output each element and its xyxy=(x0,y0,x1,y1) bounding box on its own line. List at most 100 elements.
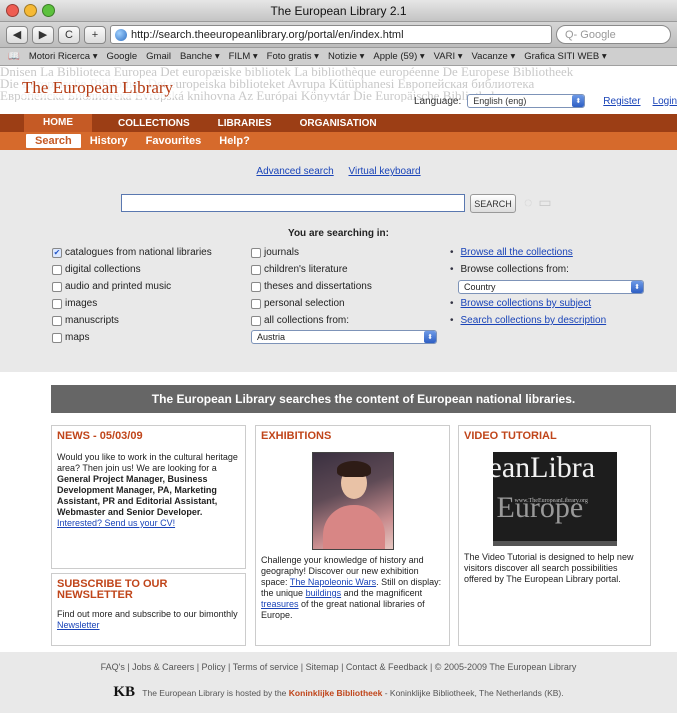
checkbox[interactable] xyxy=(52,281,62,292)
minimize-window-button[interactable] xyxy=(24,4,37,17)
site-logo[interactable]: The European Library xyxy=(20,78,176,98)
newsletter-box: SUBSCRIBE TO OUR NEWSLETTER Find out mor… xyxy=(51,573,246,646)
checkbox[interactable] xyxy=(251,298,261,309)
select-value: Austria xyxy=(257,332,286,342)
checkbox[interactable] xyxy=(52,315,62,326)
bookmark-item[interactable]: Motori Ricerca ▾ xyxy=(29,51,98,62)
footer-host: KB The European Library is hosted by the… xyxy=(0,684,677,701)
checkbox[interactable] xyxy=(52,264,62,275)
browse-all-link[interactable]: Browse all the collections xyxy=(461,247,573,258)
tab-search[interactable]: Search xyxy=(26,134,81,148)
search-button[interactable]: SEARCH xyxy=(470,194,516,213)
login-link[interactable]: Login xyxy=(653,96,677,107)
checkbox-row[interactable]: images xyxy=(52,295,212,312)
exhibitions-box: EXHIBITIONS Challenge your knowledge of … xyxy=(255,425,450,646)
nav-collections[interactable]: COLLECTIONS xyxy=(104,118,204,129)
footer-hosted-text: The European Library is hosted by the xyxy=(142,688,287,698)
napoleonic-wars-link[interactable]: The Napoleonic Wars xyxy=(290,577,376,587)
window-controls xyxy=(6,4,55,17)
checkbox-row[interactable]: theses and dissertations xyxy=(251,278,437,295)
video-progress-bar[interactable] xyxy=(492,541,617,546)
buildings-link[interactable]: buildings xyxy=(306,588,342,598)
tab-history[interactable]: History xyxy=(81,135,137,147)
bullet-icon: • xyxy=(450,298,454,309)
video-thumbnail[interactable]: eanLibra www.TheEuropeanLibrary.org Euro… xyxy=(492,452,617,546)
video-title: VIDEO TUTORIAL xyxy=(464,430,557,442)
add-bookmark-button[interactable]: + xyxy=(84,25,106,44)
checkbox-row[interactable]: digital collections xyxy=(52,261,212,278)
checkbox-row[interactable]: children's literature xyxy=(251,261,437,278)
send-cv-link[interactable]: Interested? Send us your CV! xyxy=(57,518,175,528)
kb-link[interactable]: Koninklijke Bibliotheek xyxy=(289,688,383,698)
checkbox[interactable] xyxy=(251,315,261,326)
bookmark-item[interactable]: Foto gratis ▾ xyxy=(267,51,319,62)
country-select[interactable]: Country ⬍ xyxy=(458,279,644,294)
nav-organisation[interactable]: ORGANISATION xyxy=(286,118,391,129)
video-camera-icon[interactable]: ▭ xyxy=(538,194,551,211)
exhibitions-text-3: and the magnificent xyxy=(343,588,423,598)
checkbox[interactable] xyxy=(52,332,62,343)
kb-logo[interactable]: KB xyxy=(113,684,135,700)
bookmark-item[interactable]: VARI ▾ xyxy=(434,51,463,62)
bookmark-item[interactable]: Notizie ▾ xyxy=(328,51,364,62)
checkbox[interactable] xyxy=(251,281,261,292)
checkbox[interactable] xyxy=(251,247,261,258)
checkbox-label: digital collections xyxy=(65,264,141,275)
bookmark-item[interactable]: Gmail xyxy=(146,51,171,62)
search-by-description-link[interactable]: Search collections by description xyxy=(461,315,607,326)
nav-libraries[interactable]: LIBRARIES xyxy=(204,118,286,129)
book-icon[interactable]: 📖 xyxy=(8,51,20,62)
register-link[interactable]: Register xyxy=(603,96,640,107)
treasures-link[interactable]: treasures xyxy=(261,599,299,609)
reload-button[interactable]: C xyxy=(58,25,80,44)
virtual-keyboard-link[interactable]: Virtual keyboard xyxy=(348,166,420,177)
bookmark-item[interactable]: Vacanze ▾ xyxy=(472,51,516,62)
exhibition-portrait[interactable] xyxy=(311,452,394,550)
search-panel: Advanced search Virtual keyboard SEARCH … xyxy=(0,150,677,372)
checkbox[interactable] xyxy=(251,264,261,275)
video-thumb-text-2: Europe xyxy=(496,491,584,524)
tab-favourites[interactable]: Favourites xyxy=(137,135,211,147)
checkbox-row[interactable]: maps xyxy=(52,329,212,346)
country-collections-select[interactable]: Austria ⬍ xyxy=(251,330,437,344)
portrait-dress xyxy=(322,505,385,549)
checkbox[interactable] xyxy=(52,298,62,309)
back-button[interactable]: ◀ xyxy=(6,25,28,44)
header-tools: Language: English (eng) ⬍ Register Login xyxy=(414,94,677,108)
checkbox-row[interactable]: journals xyxy=(251,244,437,261)
search-input[interactable] xyxy=(121,194,465,212)
window-title: The European Library 2.1 xyxy=(270,4,407,18)
help-icon[interactable]: ◌ xyxy=(524,194,532,211)
bookmark-item[interactable]: Banche ▾ xyxy=(180,51,220,62)
newsletter-link[interactable]: Newsletter xyxy=(57,620,100,630)
checkbox-label: theses and dissertations xyxy=(264,281,372,292)
nav-home[interactable]: HOME xyxy=(24,114,92,132)
video-thumb-text-1: eanLibra xyxy=(492,452,596,484)
checkbox-row[interactable]: manuscripts xyxy=(52,312,212,329)
tab-help[interactable]: Help? xyxy=(210,135,259,147)
bookmark-item[interactable]: Google xyxy=(107,51,138,62)
zoom-window-button[interactable] xyxy=(42,4,55,17)
news-text-intro: Would you like to work in the cultural h… xyxy=(57,452,238,473)
close-window-button[interactable] xyxy=(6,4,19,17)
search-links: Advanced search Virtual keyboard xyxy=(0,166,677,177)
checkbox-checked[interactable]: ✔ xyxy=(52,247,62,258)
forward-button[interactable]: ▶ xyxy=(32,25,54,44)
language-select[interactable]: English (eng) ⬍ xyxy=(467,94,586,108)
search-extra-icons: ◌ ▭ xyxy=(524,194,552,211)
bookmark-item[interactable]: FILM ▾ xyxy=(229,51,258,62)
checkbox-label: personal selection xyxy=(264,298,345,309)
advanced-search-link[interactable]: Advanced search xyxy=(256,166,333,177)
address-bar[interactable]: http://search.theeuropeanlibrary.org/por… xyxy=(110,25,552,44)
browse-by-subject-link[interactable]: Browse collections by subject xyxy=(461,298,592,309)
checkbox-row[interactable]: personal selection xyxy=(251,295,437,312)
checkbox-row[interactable]: audio and printed music xyxy=(52,278,212,295)
bookmark-item[interactable]: Apple (59) ▾ xyxy=(373,51,424,62)
page-footer: FAQ's | Jobs & Careers | Policy | Terms … xyxy=(0,652,677,713)
google-search-field[interactable]: Q- Google xyxy=(556,25,671,44)
checkbox-row[interactable]: all collections from: xyxy=(251,312,437,329)
bookmark-item[interactable]: Grafica SITI WEB ▾ xyxy=(524,51,606,62)
checkbox-label: journals xyxy=(264,247,300,258)
footer-links[interactable]: FAQ's | Jobs & Careers | Policy | Terms … xyxy=(0,662,677,672)
checkbox-row[interactable]: ✔ catalogues from national libraries xyxy=(52,244,212,261)
